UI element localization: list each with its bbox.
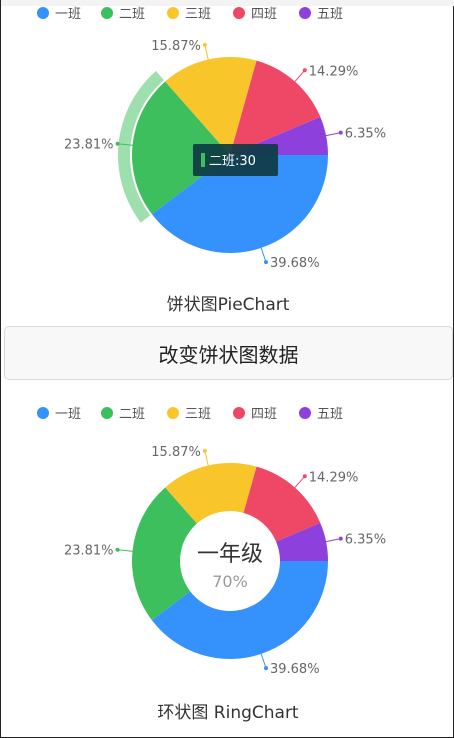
ring-center-value: 70% [212, 572, 248, 591]
legend-label-1[interactable]: 一班 [55, 7, 81, 22]
label-dot-2 [115, 547, 120, 552]
label-line-4 [294, 475, 306, 488]
legend-marker-2 [101, 7, 113, 19]
legend-marker-5 [299, 7, 311, 19]
label-dot-2 [115, 141, 120, 146]
legend-label-1[interactable]: 一班 [55, 407, 81, 422]
legend-label-3[interactable]: 三班 [185, 407, 211, 422]
label-line-1 [260, 653, 267, 669]
pie-chart[interactable]: 一班 二班 三班 四班 五班 39.68% 23.81% 15.87% 14.29% 6.35% 二… [1, 0, 454, 285]
label-line-2 [117, 549, 133, 552]
label-dot-1 [263, 260, 268, 265]
label-dot-3 [202, 42, 207, 47]
change-pie-data-button[interactable]: 改变饼状图数据 [4, 326, 453, 380]
legend-marker-5 [299, 407, 311, 419]
legend-marker-3 [167, 7, 179, 19]
label-dot-1 [263, 666, 268, 671]
legend-marker-2 [101, 407, 113, 419]
percent-label-5: 6.35% [345, 127, 386, 142]
legend-marker-4 [233, 407, 245, 419]
label-line-5 [325, 538, 341, 543]
pie-chart-caption: 饼状图PieChart [166, 295, 290, 315]
percent-label-4: 14.29% [309, 64, 359, 79]
label-line-3 [204, 44, 209, 60]
legend-label-3[interactable]: 三班 [185, 7, 211, 22]
legend-label-2[interactable]: 二班 [119, 407, 145, 422]
legend-label-4[interactable]: 四班 [251, 407, 277, 422]
label-dot-5 [338, 130, 343, 135]
legend-label-2[interactable]: 二班 [119, 7, 145, 22]
tooltip-text: 二班:30 [209, 154, 256, 169]
percent-label-2: 23.81% [64, 138, 114, 153]
percent-label-3: 15.87% [151, 445, 201, 460]
ring-chart[interactable]: 一班 二班 三班 四班 五班 39.68% 23.81% 15.87% 14.29% 6.35% 一… [1, 400, 454, 690]
ring-center-title: 一年级 [197, 542, 263, 567]
label-line-3 [204, 450, 209, 466]
label-line-4 [294, 69, 306, 82]
legend-label-5[interactable]: 五班 [317, 407, 343, 422]
ring-chart-caption: 环状图 RingChart [157, 703, 299, 723]
label-dot-3 [202, 448, 207, 453]
tooltip-marker [201, 153, 205, 167]
legend-label-4[interactable]: 四班 [251, 7, 277, 22]
percent-label-1: 39.68% [270, 256, 320, 271]
legend-label-5[interactable]: 五班 [317, 7, 343, 22]
legend-marker-1 [37, 7, 49, 19]
label-dot-5 [338, 536, 343, 541]
label-dot-4 [302, 68, 307, 73]
tooltip: 二班:30 [193, 144, 278, 176]
label-line-5 [325, 132, 341, 137]
percent-label-2: 23.81% [64, 544, 114, 559]
percent-label-4: 14.29% [309, 470, 359, 485]
percent-label-5: 6.35% [345, 533, 386, 548]
label-dot-4 [302, 474, 307, 479]
percent-label-3: 15.87% [151, 39, 201, 54]
legend-marker-4 [233, 7, 245, 19]
legend-marker-3 [167, 407, 179, 419]
percent-label-1: 39.68% [270, 662, 320, 677]
legend-marker-1 [37, 407, 49, 419]
label-line-1 [260, 247, 267, 263]
